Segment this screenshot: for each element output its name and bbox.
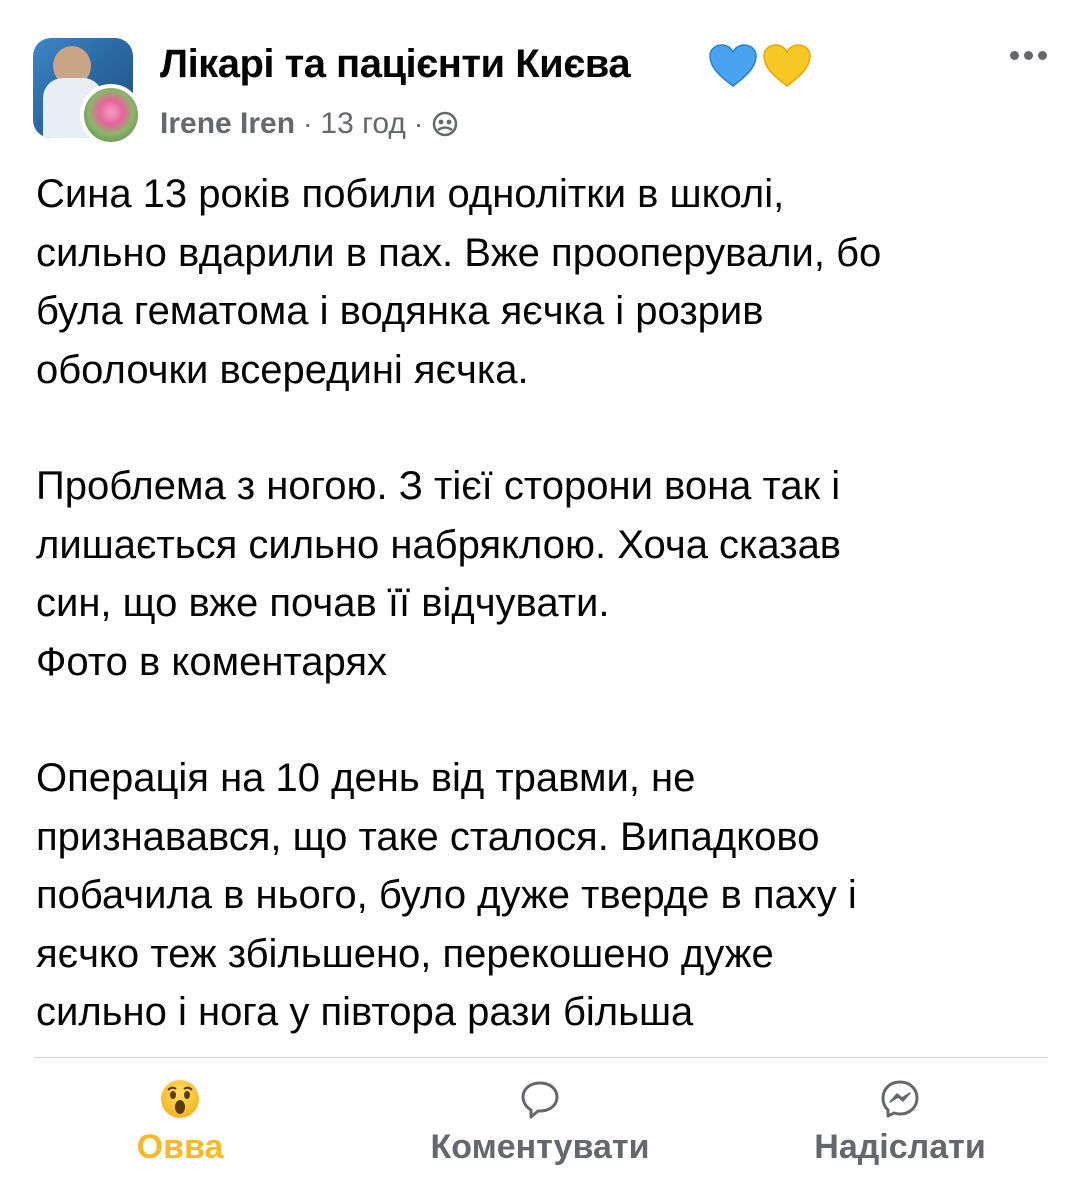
- more-options-button[interactable]: [1002, 40, 1054, 70]
- post-text: Сина 13 років побили однолітки в школі, …: [36, 165, 1046, 1042]
- text-line: Сина 13 років побили однолітки в школі,: [36, 172, 785, 216]
- text-line: яєчко теж збільшено, перекошено дуже: [36, 931, 774, 976]
- wow-emoji-icon: [161, 1080, 199, 1118]
- facebook-post: Лікарі та пацієнти Києва Irene Iren · 13…: [0, 0, 1079, 1192]
- comment-button[interactable]: Коментувати: [380, 1070, 700, 1180]
- heart-emojis: [707, 42, 813, 92]
- messenger-icon: [881, 1080, 919, 1118]
- group-privacy-icon[interactable]: [431, 110, 459, 138]
- meta-separator-2: ·: [413, 108, 424, 139]
- group-name[interactable]: Лікарі та пацієнти Києва: [160, 42, 631, 87]
- author-name[interactable]: Irene Iren: [160, 107, 295, 141]
- text-line: признавався, що таке сталося. Випадково: [36, 814, 820, 859]
- text-line: оболочки всередині яєчка.: [36, 347, 529, 392]
- react-label: Овва: [136, 1128, 224, 1166]
- post-action-bar: Овва Коментувати Надіслати: [0, 1070, 1079, 1180]
- more-dot-icon: [1009, 50, 1019, 60]
- text-line: побачила в нього, було дуже тверде в пах…: [36, 873, 857, 917]
- text-line: була гематома і водянка яєчка і розрив: [36, 289, 764, 333]
- post-paragraph: Операція на 10 день від травми, не призн…: [36, 749, 1046, 1042]
- more-dot-icon: [1023, 50, 1033, 60]
- post-header: Лікарі та пацієнти Києва Irene Iren · 13…: [0, 0, 1079, 150]
- send-button[interactable]: Надіслати: [790, 1070, 1010, 1180]
- text-line: Фото в коментарях: [36, 639, 387, 684]
- author-avatar[interactable]: [80, 84, 142, 146]
- text-line: син, що вже почав її відчувати.: [36, 581, 610, 625]
- comment-bubble-icon: [521, 1081, 559, 1119]
- post-time[interactable]: 13 год: [320, 107, 406, 141]
- send-label: Надіслати: [814, 1128, 986, 1166]
- meta-separator: ·: [303, 108, 313, 139]
- post-meta: Irene Iren · 13 год ·: [160, 104, 459, 144]
- text-line: лишається сильно набряклою. Хоча сказав: [36, 522, 842, 567]
- blue-heart-icon: [709, 44, 757, 87]
- text-line: сильно і нога у півтора рази більша: [36, 990, 694, 1034]
- more-dot-icon: [1037, 50, 1047, 60]
- actions-divider: [34, 1057, 1048, 1058]
- post-paragraph: Сина 13 років побили однолітки в школі, …: [36, 165, 1046, 399]
- post-paragraph: Проблема з ногою. З тієї сторони вона та…: [36, 457, 1046, 691]
- yellow-heart-icon: [763, 44, 811, 87]
- text-line: Проблема з ногою. З тієї сторони вона та…: [36, 464, 841, 508]
- comment-label: Коментувати: [430, 1128, 650, 1166]
- text-line: сильно вдарили в пах. Вже прооперували, …: [36, 230, 882, 275]
- text-line: Операція на 10 день від травми, не: [36, 756, 696, 800]
- react-button[interactable]: Овва: [100, 1070, 260, 1180]
